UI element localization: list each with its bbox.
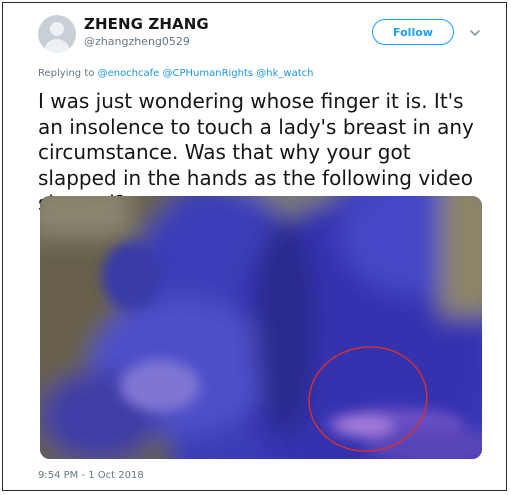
reply-prefix: Replying to xyxy=(38,68,95,79)
media-image-svg xyxy=(40,196,482,459)
avatar[interactable] xyxy=(38,15,76,53)
tweet-timestamp[interactable]: 9:54 PM - 1 Oct 2018 xyxy=(38,470,144,481)
follow-button[interactable]: Follow xyxy=(372,19,454,45)
author-name[interactable]: ZHENG ZHANG xyxy=(84,15,209,33)
author-handle[interactable]: @zhangzheng0529 xyxy=(84,35,190,48)
chevron-down-icon[interactable] xyxy=(468,25,482,39)
chevron-down-icon-svg xyxy=(470,30,480,36)
avatar-shoulders-shape xyxy=(44,39,70,53)
tweet-card: ZHENG ZHANG @zhangzheng0529 Follow Reply… xyxy=(2,2,507,491)
tweet-media-image[interactable] xyxy=(40,196,482,459)
reply-mentions-link[interactable]: @enochcafe @CPHumanRights @hk_watch xyxy=(98,68,314,79)
reply-context: Replying to @enochcafe @CPHumanRights @h… xyxy=(38,68,314,79)
avatar-head-shape xyxy=(50,22,64,36)
